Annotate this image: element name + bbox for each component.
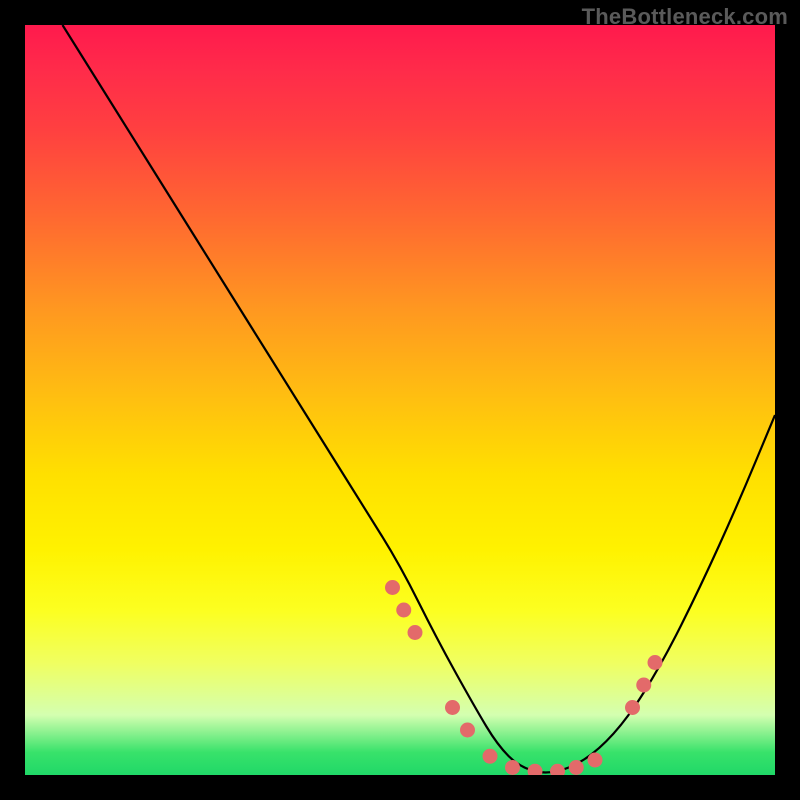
marker-dot — [385, 580, 400, 595]
marker-dot — [460, 723, 475, 738]
marker-dot — [528, 764, 543, 775]
chart-frame: TheBottleneck.com — [0, 0, 800, 800]
watermark-text: TheBottleneck.com — [582, 4, 788, 30]
marker-dot — [445, 700, 460, 715]
marker-dot — [625, 700, 640, 715]
marker-dot — [505, 760, 520, 775]
bottleneck-curve-path — [63, 25, 776, 773]
marker-dot — [550, 764, 565, 775]
marker-dot — [396, 603, 411, 618]
marker-group — [385, 580, 663, 775]
marker-dot — [636, 678, 651, 693]
marker-dot — [648, 655, 663, 670]
chart-svg — [25, 25, 775, 775]
marker-dot — [588, 753, 603, 768]
marker-dot — [569, 760, 584, 775]
plot-area — [25, 25, 775, 775]
marker-dot — [483, 749, 498, 764]
marker-dot — [408, 625, 423, 640]
